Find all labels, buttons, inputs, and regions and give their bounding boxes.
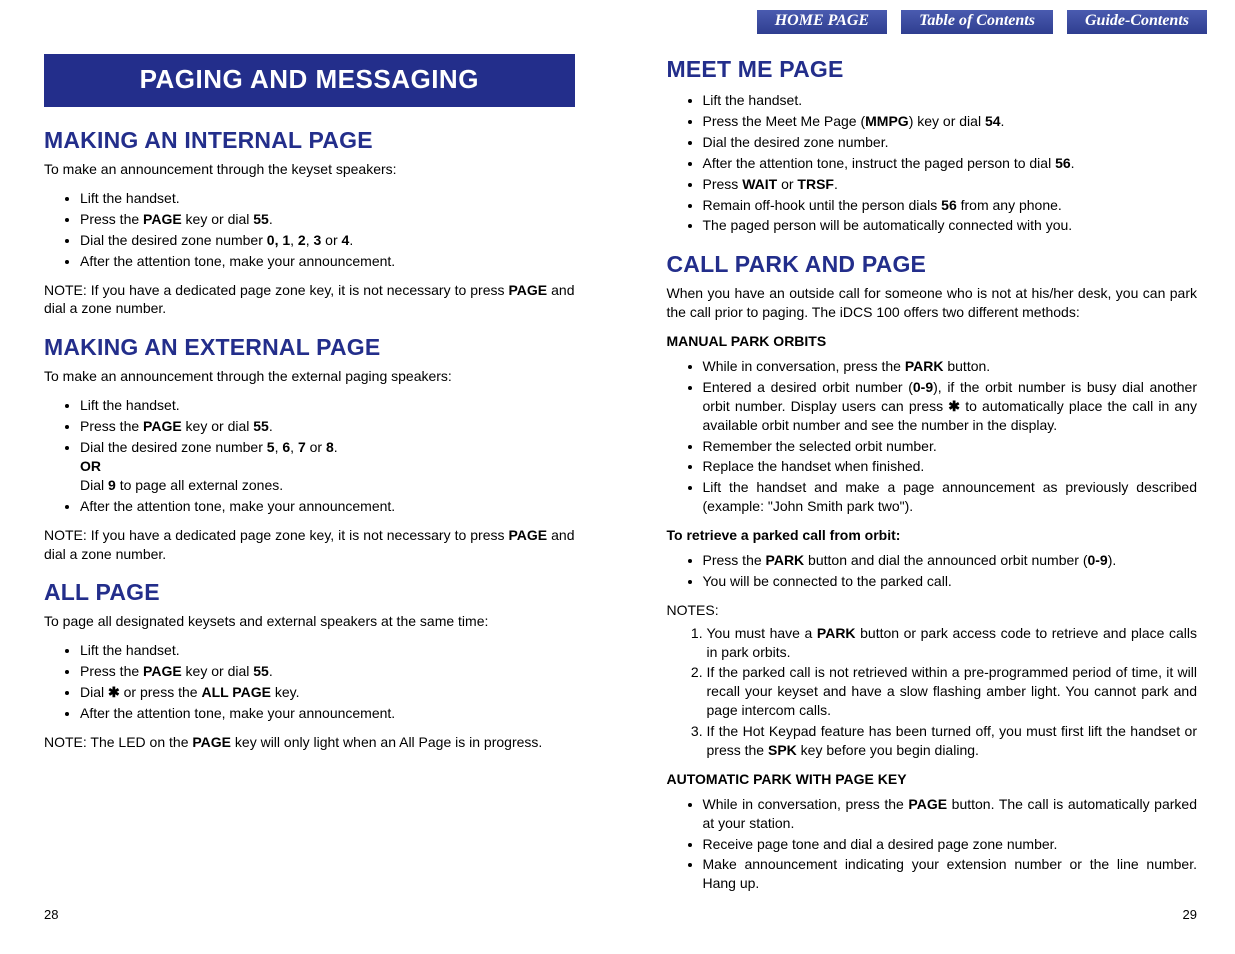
list-item: Press the PAGE key or dial 55.	[80, 210, 575, 229]
list-item: Press WAIT or TRSF.	[703, 175, 1198, 194]
external-page-steps: Lift the handset. Press the PAGE key or …	[44, 396, 575, 515]
heading-internal-page: MAKING AN INTERNAL PAGE	[44, 125, 575, 156]
list-item: Press the Meet Me Page (MMPG) key or dia…	[703, 112, 1198, 131]
list-item: After the attention tone, make your anno…	[80, 497, 575, 516]
heading-external-page: MAKING AN EXTERNAL PAGE	[44, 332, 575, 363]
meet-me-steps: Lift the handset. Press the Meet Me Page…	[667, 91, 1198, 235]
notes-list: You must have a PARK button or park acce…	[667, 624, 1198, 760]
table-of-contents-button[interactable]: Table of Contents	[901, 10, 1053, 34]
page-number-right: 29	[1183, 906, 1197, 924]
note-text: NOTE: The LED on the PAGE key will only …	[44, 733, 575, 752]
intro-text: To make an announcement through the keys…	[44, 160, 575, 179]
intro-text: To page all designated keysets and exter…	[44, 612, 575, 631]
list-item: Make announcement indicating your extens…	[703, 855, 1198, 893]
subheading-retrieve: To retrieve a parked call from orbit:	[667, 526, 1198, 545]
list-item: Replace the handset when finished.	[703, 457, 1198, 476]
list-item: Dial the desired zone number 0, 1, 2, 3 …	[80, 231, 575, 250]
list-item: Entered a desired orbit number (0-9), if…	[703, 378, 1198, 435]
heading-all-page: ALL PAGE	[44, 577, 575, 608]
heading-call-park-and-page: CALL PARK AND PAGE	[667, 249, 1198, 280]
list-item: Lift the handset.	[80, 396, 575, 415]
left-page: PAGING AND MESSAGING MAKING AN INTERNAL …	[44, 54, 575, 954]
notes-label: NOTES:	[667, 601, 1198, 620]
note-text: NOTE: If you have a dedicated page zone …	[44, 526, 575, 564]
heading-meet-me-page: MEET ME PAGE	[667, 54, 1198, 85]
home-page-button[interactable]: HOME PAGE	[757, 10, 887, 34]
note-text: NOTE: If you have a dedicated page zone …	[44, 281, 575, 319]
list-item: After the attention tone, instruct the p…	[703, 154, 1198, 173]
internal-page-steps: Lift the handset. Press the PAGE key or …	[44, 189, 575, 271]
list-item: Lift the handset.	[80, 189, 575, 208]
guide-contents-button[interactable]: Guide-Contents	[1067, 10, 1207, 34]
list-item: You must have a PARK button or park acce…	[707, 624, 1198, 662]
list-item: While in conversation, press the PAGE bu…	[703, 795, 1198, 833]
list-item: Dial the desired zone number 5, 6, 7 or …	[80, 438, 575, 495]
list-item: Press the PARK button and dial the annou…	[703, 551, 1198, 570]
retrieve-steps: Press the PARK button and dial the annou…	[667, 551, 1198, 591]
manual-park-steps: While in conversation, press the PARK bu…	[667, 357, 1198, 516]
list-item: The paged person will be automatically c…	[703, 216, 1198, 235]
list-item: You will be connected to the parked call…	[703, 572, 1198, 591]
list-item: After the attention tone, make your anno…	[80, 252, 575, 271]
list-item: After the attention tone, make your anno…	[80, 704, 575, 723]
list-item: Remember the selected orbit number.	[703, 437, 1198, 456]
subheading-manual-park: MANUAL PARK ORBITS	[667, 332, 1198, 351]
list-item: If the parked call is not retrieved with…	[707, 663, 1198, 720]
intro-text: To make an announcement through the exte…	[44, 367, 575, 386]
section-banner: PAGING AND MESSAGING	[44, 54, 575, 107]
list-item: Remain off-hook until the person dials 5…	[703, 196, 1198, 215]
list-item: Receive page tone and dial a desired pag…	[703, 835, 1198, 854]
list-item: If the Hot Keypad feature has been turne…	[707, 722, 1198, 760]
auto-park-steps: While in conversation, press the PAGE bu…	[667, 795, 1198, 893]
subheading-auto-park: AUTOMATIC PARK WITH PAGE KEY	[667, 770, 1198, 789]
list-item: Lift the handset and make a page announc…	[703, 478, 1198, 516]
list-item: Press the PAGE key or dial 55.	[80, 417, 575, 436]
page-number-left: 28	[44, 906, 58, 924]
list-item: Lift the handset.	[703, 91, 1198, 110]
list-item: Dial ✱ or press the ALL PAGE key.	[80, 683, 575, 702]
list-item: Lift the handset.	[80, 641, 575, 660]
list-item: Press the PAGE key or dial 55.	[80, 662, 575, 681]
all-page-steps: Lift the handset. Press the PAGE key or …	[44, 641, 575, 723]
list-item: While in conversation, press the PARK bu…	[703, 357, 1198, 376]
intro-text: When you have an outside call for someon…	[667, 284, 1198, 322]
nav-bar: HOME PAGE Table of Contents Guide-Conten…	[757, 10, 1207, 34]
right-page: MEET ME PAGE Lift the handset. Press the…	[667, 54, 1198, 954]
list-item: Dial the desired zone number.	[703, 133, 1198, 152]
